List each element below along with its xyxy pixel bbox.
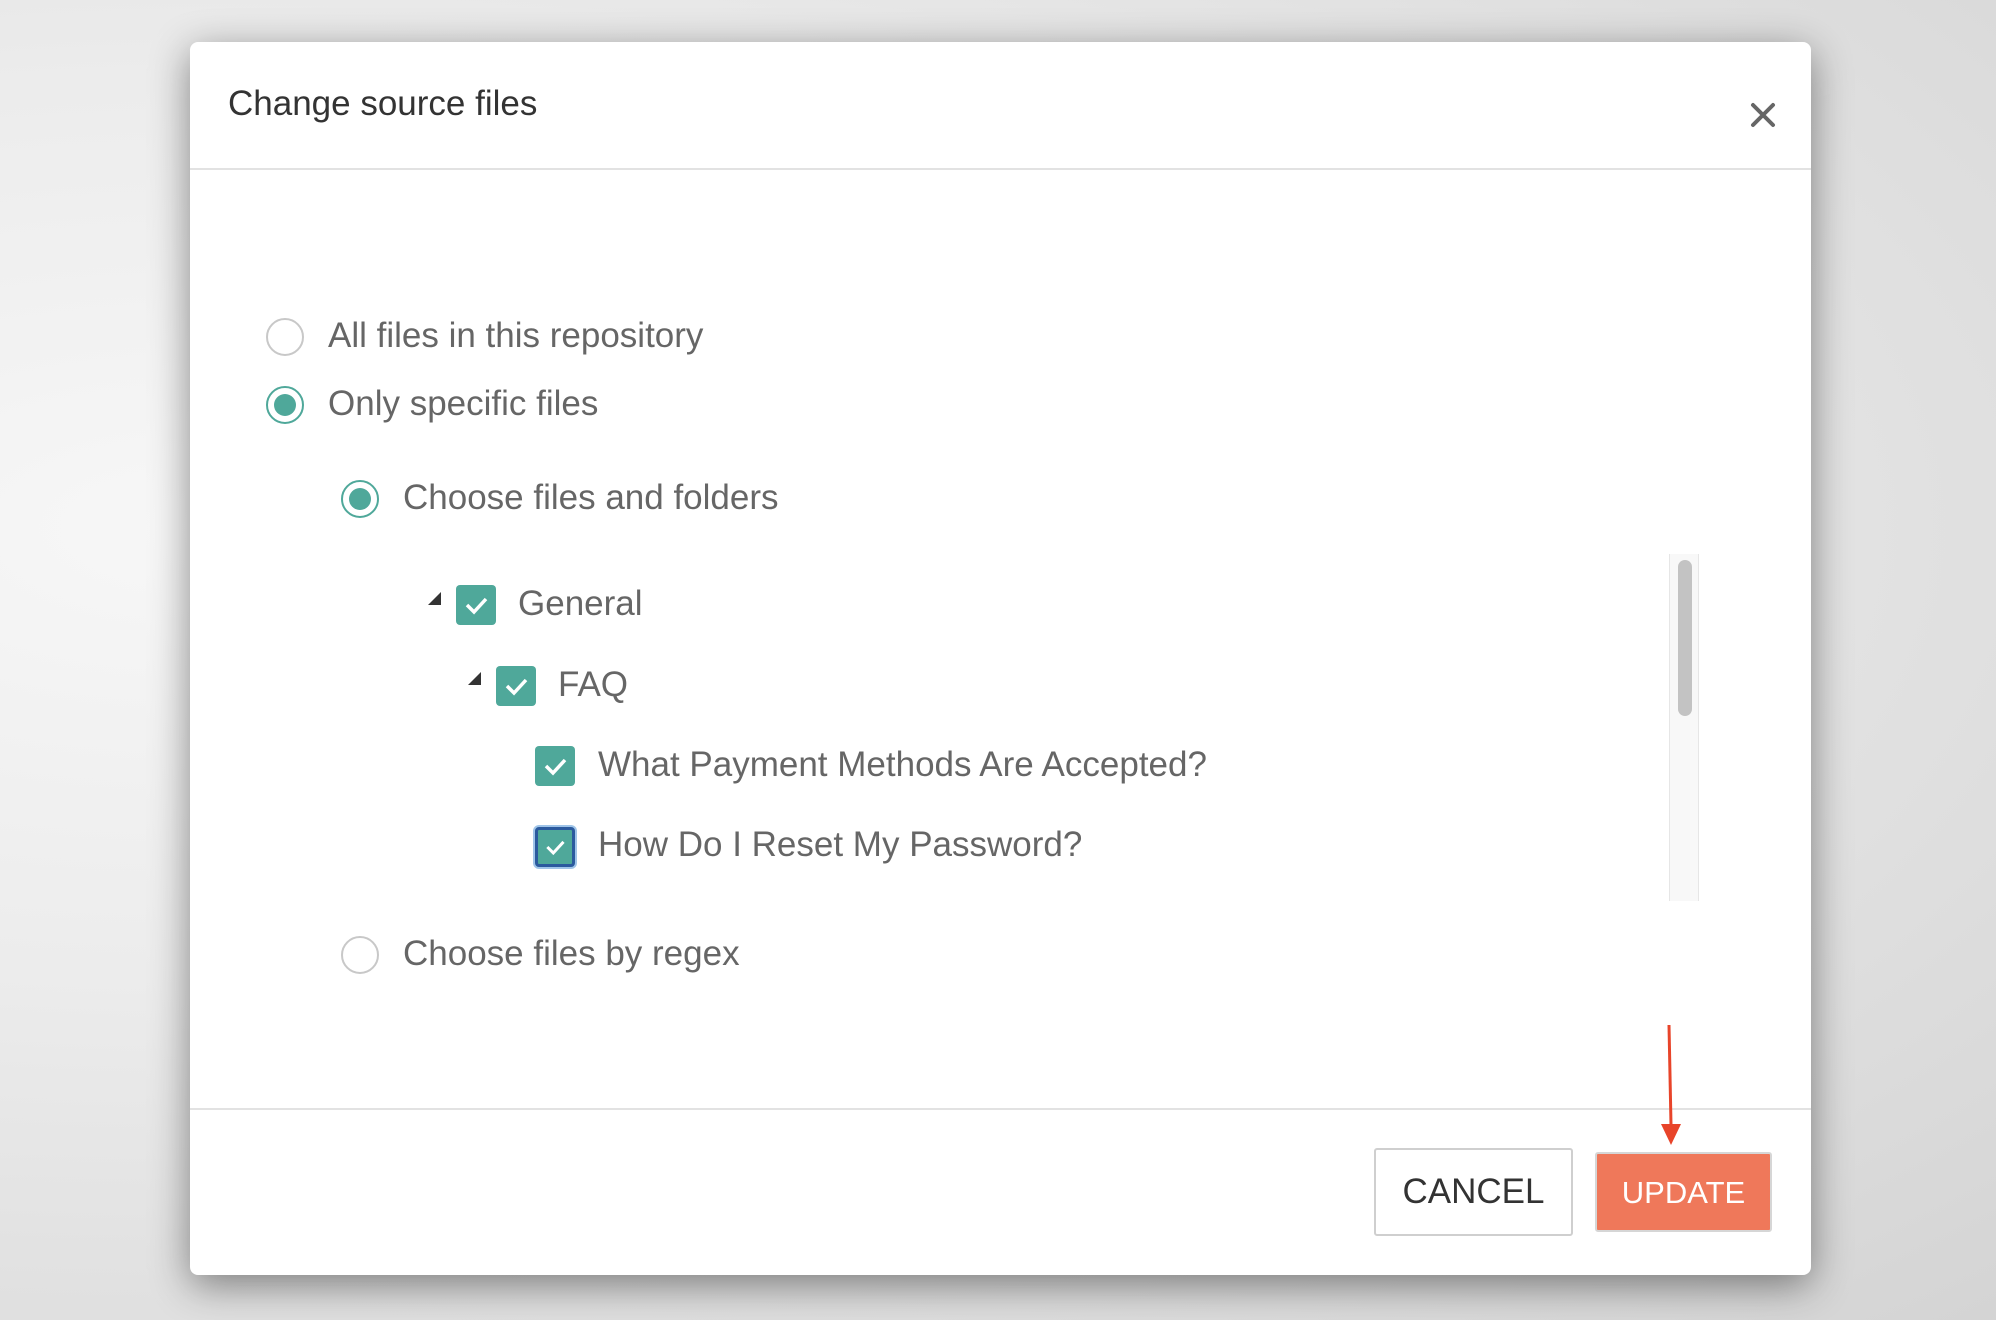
radio-choose-by-regex-label[interactable]: Choose files by regex xyxy=(403,934,740,974)
checkbox-faq[interactable] xyxy=(496,666,536,706)
tree-item-general[interactable]: General xyxy=(518,584,643,624)
background-page xyxy=(0,50,190,130)
checkbox-payment-methods[interactable] xyxy=(535,746,575,786)
check-icon xyxy=(544,758,567,776)
footer-divider xyxy=(190,1108,1811,1110)
radio-choose-files-folders-label[interactable]: Choose files and folders xyxy=(403,478,779,518)
radio-all-files-label[interactable]: All files in this repository xyxy=(328,316,703,356)
radio-only-specific-files-label[interactable]: Only specific files xyxy=(328,384,598,424)
tree-scrollbar[interactable] xyxy=(1669,554,1699,901)
expand-triangle-icon[interactable] xyxy=(428,592,441,605)
scrollbar-thumb[interactable] xyxy=(1678,560,1692,716)
tree-item-reset-password[interactable]: How Do I Reset My Password? xyxy=(598,825,1082,865)
update-button[interactable]: UPDATE xyxy=(1595,1152,1772,1232)
dialog-header: Change source files xyxy=(190,42,1811,170)
checkbox-general[interactable] xyxy=(456,585,496,625)
checkbox-reset-password[interactable] xyxy=(535,827,575,867)
radio-all-files[interactable] xyxy=(266,318,304,356)
cancel-button[interactable]: CANCEL xyxy=(1374,1148,1573,1236)
close-icon[interactable] xyxy=(1740,92,1786,138)
dialog-title: Change source files xyxy=(228,84,538,123)
annotation-arrow-icon xyxy=(1661,1024,1681,1145)
change-source-files-dialog: Change source files All files in this re… xyxy=(190,42,1811,1275)
radio-choose-files-folders[interactable] xyxy=(341,480,379,518)
check-icon xyxy=(465,597,488,615)
check-icon xyxy=(505,678,528,696)
radio-choose-by-regex[interactable] xyxy=(341,936,379,974)
expand-triangle-icon[interactable] xyxy=(468,672,481,685)
radio-only-specific-files[interactable] xyxy=(266,386,304,424)
tree-item-faq[interactable]: FAQ xyxy=(558,665,628,705)
tree-item-payment-methods[interactable]: What Payment Methods Are Accepted? xyxy=(598,745,1207,785)
check-icon xyxy=(546,840,565,856)
